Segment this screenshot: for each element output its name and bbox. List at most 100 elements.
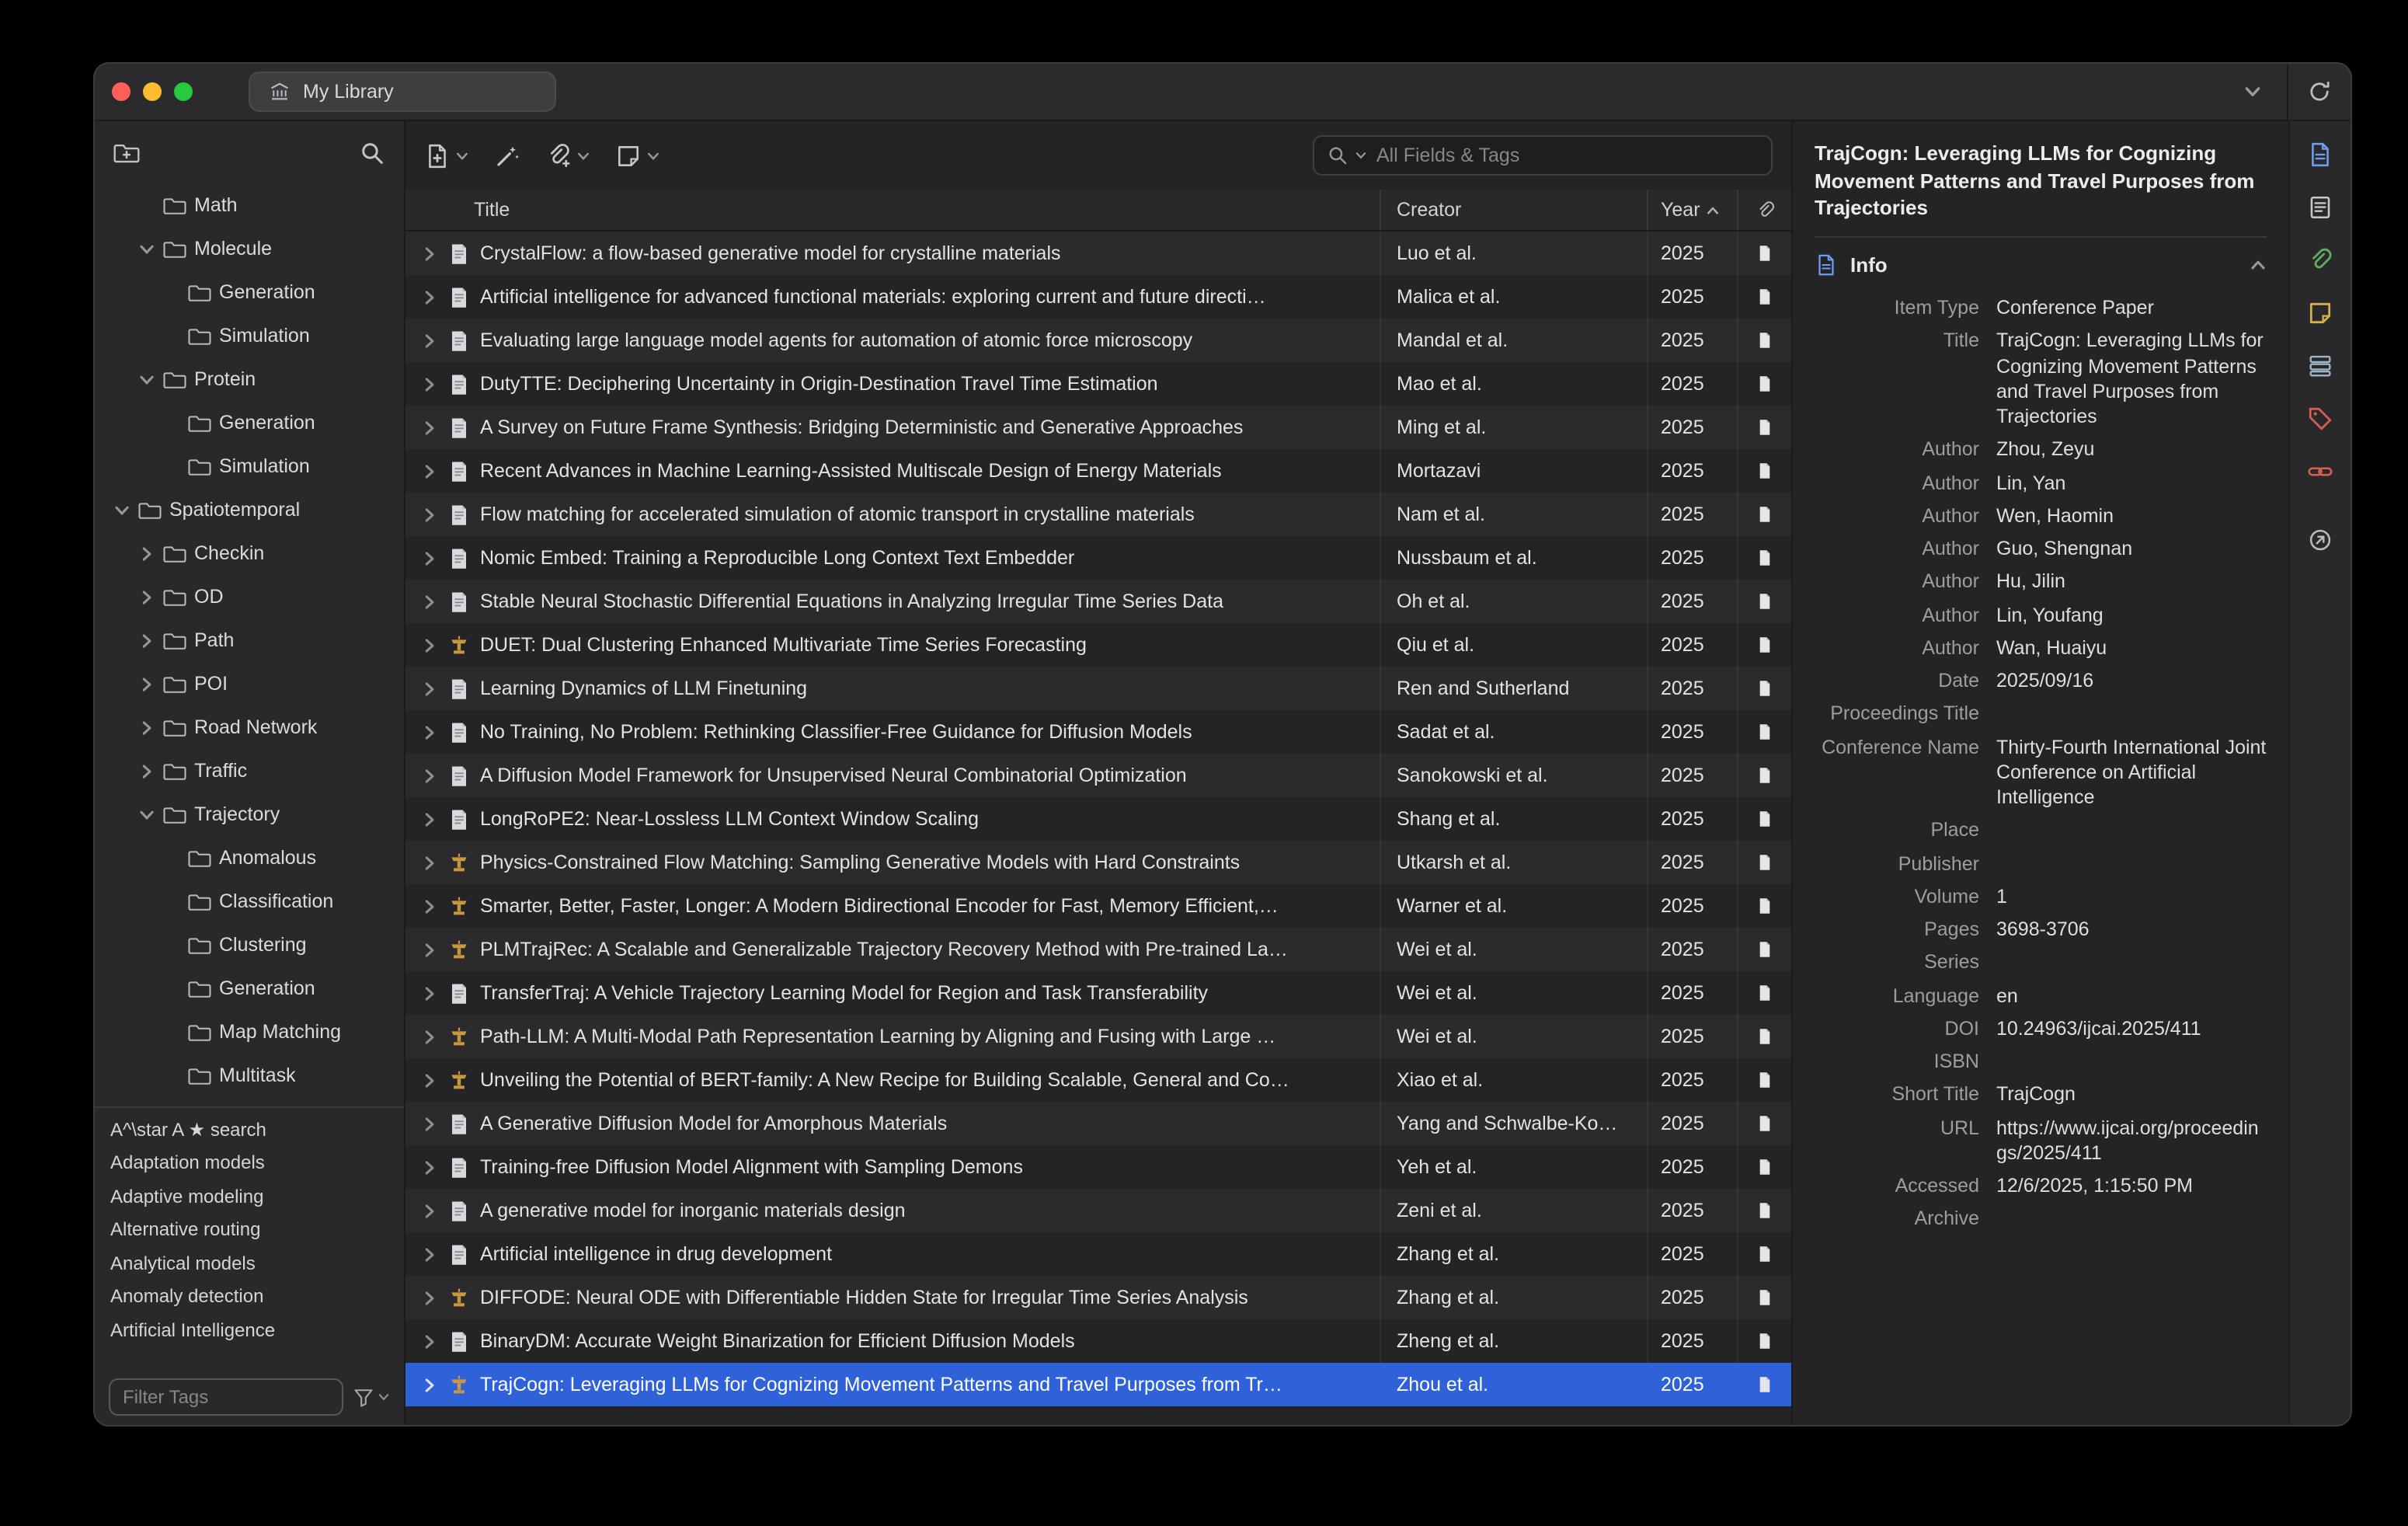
collection-multitask[interactable]: Multitask [95, 1054, 404, 1097]
tab-menu-chevron-icon[interactable] [2243, 82, 2262, 101]
expand-chevron-icon[interactable] [421, 593, 438, 610]
expand-chevron-icon[interactable] [421, 332, 438, 349]
expand-chevron-icon[interactable] [421, 462, 438, 479]
attachments-pane-button[interactable] [2300, 241, 2340, 278]
expand-chevron-icon[interactable] [421, 288, 438, 305]
item-row[interactable]: Physics-Constrained Flow Matching: Sampl… [405, 841, 1791, 884]
field-value[interactable]: 12/6/2025, 1:15:50 PM [1996, 1173, 2267, 1199]
chevron-right-icon[interactable] [138, 632, 155, 649]
expand-chevron-icon[interactable] [421, 375, 438, 392]
expand-chevron-icon[interactable] [421, 1202, 438, 1219]
expand-chevron-icon[interactable] [421, 810, 438, 827]
collection-poi[interactable]: POI [95, 662, 404, 706]
item-row-selected[interactable]: TrajCogn: Leveraging LLMs for Cognizing … [405, 1363, 1791, 1406]
abstract-pane-button[interactable] [2300, 188, 2340, 225]
collection-generation[interactable]: Generation [95, 270, 404, 314]
expand-chevron-icon[interactable] [421, 549, 438, 566]
zoom-button[interactable] [174, 82, 193, 101]
field-value[interactable] [1996, 950, 2267, 976]
library-tab[interactable]: My Library [249, 71, 556, 112]
item-row[interactable]: A Survey on Future Frame Synthesis: Brid… [405, 406, 1791, 449]
field-value[interactable]: https://www.ijcai.org/proceedings/2025/4… [1996, 1115, 2267, 1165]
field-value[interactable] [1996, 1049, 2267, 1075]
item-row[interactable]: A generative model for inorganic materia… [405, 1189, 1791, 1232]
expand-chevron-icon[interactable] [421, 1376, 438, 1393]
chevron-down-icon[interactable] [138, 371, 155, 388]
collection-classification[interactable]: Classification [95, 880, 404, 923]
notes-pane-button[interactable] [2300, 294, 2340, 331]
item-row[interactable]: No Training, No Problem: Rethinking Clas… [405, 710, 1791, 754]
expand-chevron-icon[interactable] [421, 1158, 438, 1176]
collection-math[interactable]: Math [95, 183, 404, 227]
new-collection-icon[interactable] [113, 139, 140, 165]
expand-chevron-icon[interactable] [421, 897, 438, 915]
item-row[interactable]: Artificial intelligence for advanced fun… [405, 275, 1791, 319]
expand-chevron-icon[interactable] [421, 506, 438, 523]
libraries-collections-pane-button[interactable] [2300, 347, 2340, 384]
new-note-button[interactable] [615, 142, 660, 169]
item-row[interactable]: Stable Neural Stochastic Differential Eq… [405, 580, 1791, 623]
field-value[interactable] [1996, 1207, 2267, 1232]
item-row[interactable]: BinaryDM: Accurate Weight Binarization f… [405, 1319, 1791, 1363]
expand-chevron-icon[interactable] [421, 1028, 438, 1045]
search-input[interactable] [1373, 143, 1759, 168]
tag-filter-options[interactable] [353, 1386, 390, 1408]
field-value[interactable]: 2025/09/16 [1996, 668, 2267, 694]
collection-generation[interactable]: Generation [95, 401, 404, 444]
field-value[interactable]: Wen, Haomin [1996, 503, 2267, 529]
new-attachment-button[interactable] [545, 142, 590, 169]
item-row[interactable]: Learning Dynamics of LLM FinetuningRen a… [405, 667, 1791, 710]
collection-simulation[interactable]: Simulation [95, 444, 404, 488]
chevron-right-icon[interactable] [138, 588, 155, 605]
field-value[interactable] [1996, 851, 2267, 876]
chevron-right-icon[interactable] [138, 762, 155, 779]
tag-artificial-intelligence[interactable]: Artificial Intelligence [95, 1313, 404, 1347]
info-section-header[interactable]: Info [1815, 251, 2267, 277]
collection-map-matching[interactable]: Map Matching [95, 1010, 404, 1054]
locate-pane-button[interactable] [2300, 521, 2340, 558]
sync-icon[interactable] [2307, 79, 2332, 104]
collection-spatiotemporal[interactable]: Spatiotemporal [95, 488, 404, 531]
chevron-down-icon[interactable] [113, 501, 130, 518]
expand-chevron-icon[interactable] [421, 419, 438, 436]
field-value[interactable] [1996, 818, 2267, 844]
collection-clustering[interactable]: Clustering [95, 923, 404, 967]
item-row[interactable]: Unveiling the Potential of BERT-family: … [405, 1058, 1791, 1102]
column-header-creator[interactable]: Creator [1381, 190, 1648, 230]
expand-chevron-icon[interactable] [421, 1071, 438, 1089]
tag-analytical-models[interactable]: Analytical models [95, 1246, 404, 1280]
item-row[interactable]: Path-LLM: A Multi-Modal Path Representat… [405, 1015, 1791, 1058]
field-value[interactable]: Lin, Youfang [1996, 602, 2267, 628]
item-row[interactable]: DIFFODE: Neural ODE with Differentiable … [405, 1276, 1791, 1319]
item-row[interactable]: TransferTraj: A Vehicle Trajectory Learn… [405, 971, 1791, 1015]
collection-simulation[interactable]: Simulation [95, 314, 404, 357]
item-row[interactable]: Flow matching for accelerated simulation… [405, 493, 1791, 536]
item-row[interactable]: DutyTTE: Deciphering Uncertainty in Orig… [405, 362, 1791, 406]
collection-traffic[interactable]: Traffic [95, 749, 404, 793]
field-value[interactable]: Lin, Yan [1996, 470, 2267, 496]
expand-chevron-icon[interactable] [421, 941, 438, 958]
chevron-down-icon[interactable] [138, 806, 155, 823]
tag-anomaly-detection[interactable]: Anomaly detection [95, 1280, 404, 1313]
collection-generation[interactable]: Generation [95, 967, 404, 1010]
item-row[interactable]: LongRoPE2: Near-Lossless LLM Context Win… [405, 797, 1791, 841]
field-value[interactable]: Wan, Huaiyu [1996, 636, 2267, 661]
collection-road-network[interactable]: Road Network [95, 706, 404, 749]
tag-a-star-a-search[interactable]: A^\star A ★ search [95, 1113, 404, 1146]
collection-molecule[interactable]: Molecule [95, 227, 404, 270]
field-value[interactable]: 3698-3706 [1996, 917, 2267, 942]
chevron-down-icon[interactable] [138, 240, 155, 257]
close-button[interactable] [112, 82, 130, 101]
collection-path[interactable]: Path [95, 618, 404, 662]
field-value[interactable]: 10.24963/ijcai.2025/411 [1996, 1016, 2267, 1042]
field-value[interactable]: Conference Paper [1996, 295, 2267, 321]
field-value[interactable]: TrajCogn [1996, 1082, 2267, 1108]
expand-chevron-icon[interactable] [421, 854, 438, 871]
collection-od[interactable]: OD [95, 575, 404, 618]
item-row[interactable]: DUET: Dual Clustering Enhanced Multivari… [405, 623, 1791, 667]
collection-trajectory[interactable]: Trajectory [95, 793, 404, 836]
item-row[interactable]: Evaluating large language model agents f… [405, 319, 1791, 362]
item-row[interactable]: Artificial intelligence in drug developm… [405, 1232, 1791, 1276]
column-header-attachment[interactable] [1738, 190, 1791, 230]
expand-chevron-icon[interactable] [421, 984, 438, 1002]
